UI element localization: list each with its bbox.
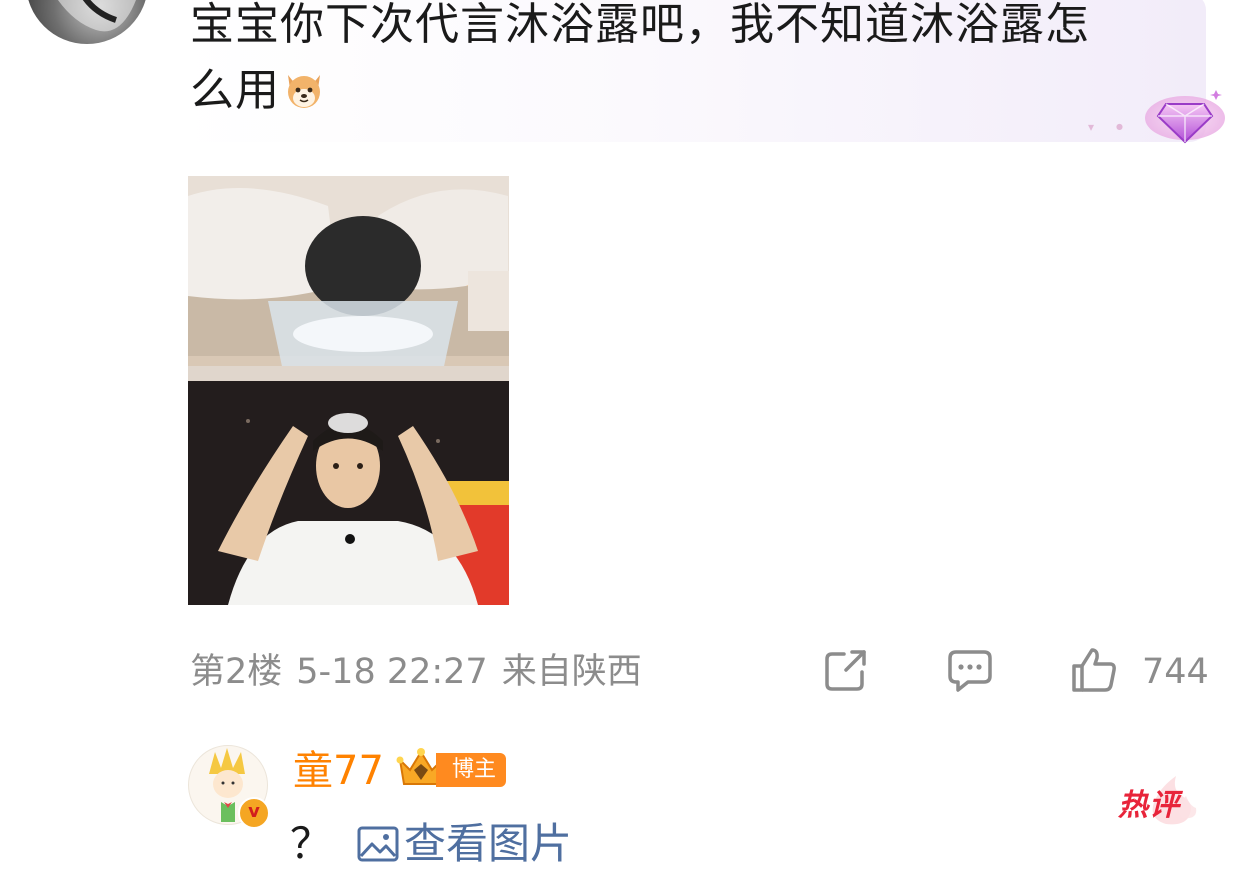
sparkle-icon: ▾ <box>1088 120 1095 134</box>
comment-datetime: 5-18 22:27 <box>296 652 488 692</box>
blogger-badge: 博主 <box>436 753 507 787</box>
commenter-avatar[interactable] <box>26 0 148 44</box>
share-icon[interactable] <box>822 646 870 694</box>
comment-text-line1: 宝宝你下次代言沐浴露吧，我不知道沐浴露怎 <box>190 0 1090 50</box>
sparkle-icon: ● <box>1116 122 1123 131</box>
comment-icon[interactable] <box>946 646 994 694</box>
like-count: 744 <box>1142 652 1209 692</box>
comment-location: 来自陕西 <box>501 652 642 692</box>
comment-text-line2: 么用 <box>190 58 1180 124</box>
comment-thread: 宝宝你下次代言沐浴露吧，我不知道沐浴露怎 么用 ▾ ● 第2楼 5-18 22:… <box>0 0 1244 893</box>
dog-emoji-icon <box>288 75 320 108</box>
view-image-label: 查看图片 <box>404 819 573 868</box>
image-panel-top <box>188 176 509 381</box>
comment-meta: 第2楼 5-18 22:27 来自陕西 <box>190 648 656 696</box>
floor-number: 第2楼 <box>190 652 283 692</box>
view-image-link[interactable]: 查看图片 <box>356 816 572 872</box>
comment-text-line2-content: 么用 <box>190 65 280 116</box>
image-icon <box>357 826 399 862</box>
comment-image[interactable] <box>188 176 509 605</box>
image-panel-bottom <box>188 381 509 605</box>
thumbs-up-icon[interactable] <box>1070 646 1118 694</box>
reply-username[interactable]: 童77 <box>293 744 384 798</box>
reply-text: ？ <box>290 819 333 868</box>
hot-comment-label: 热评 <box>1118 788 1180 823</box>
verified-badge: v <box>238 797 270 829</box>
comment-text: 宝宝你下次代言沐浴露吧，我不知道沐浴露怎 么用 <box>190 0 1180 124</box>
diamond-fan-badge-icon <box>1145 90 1225 144</box>
